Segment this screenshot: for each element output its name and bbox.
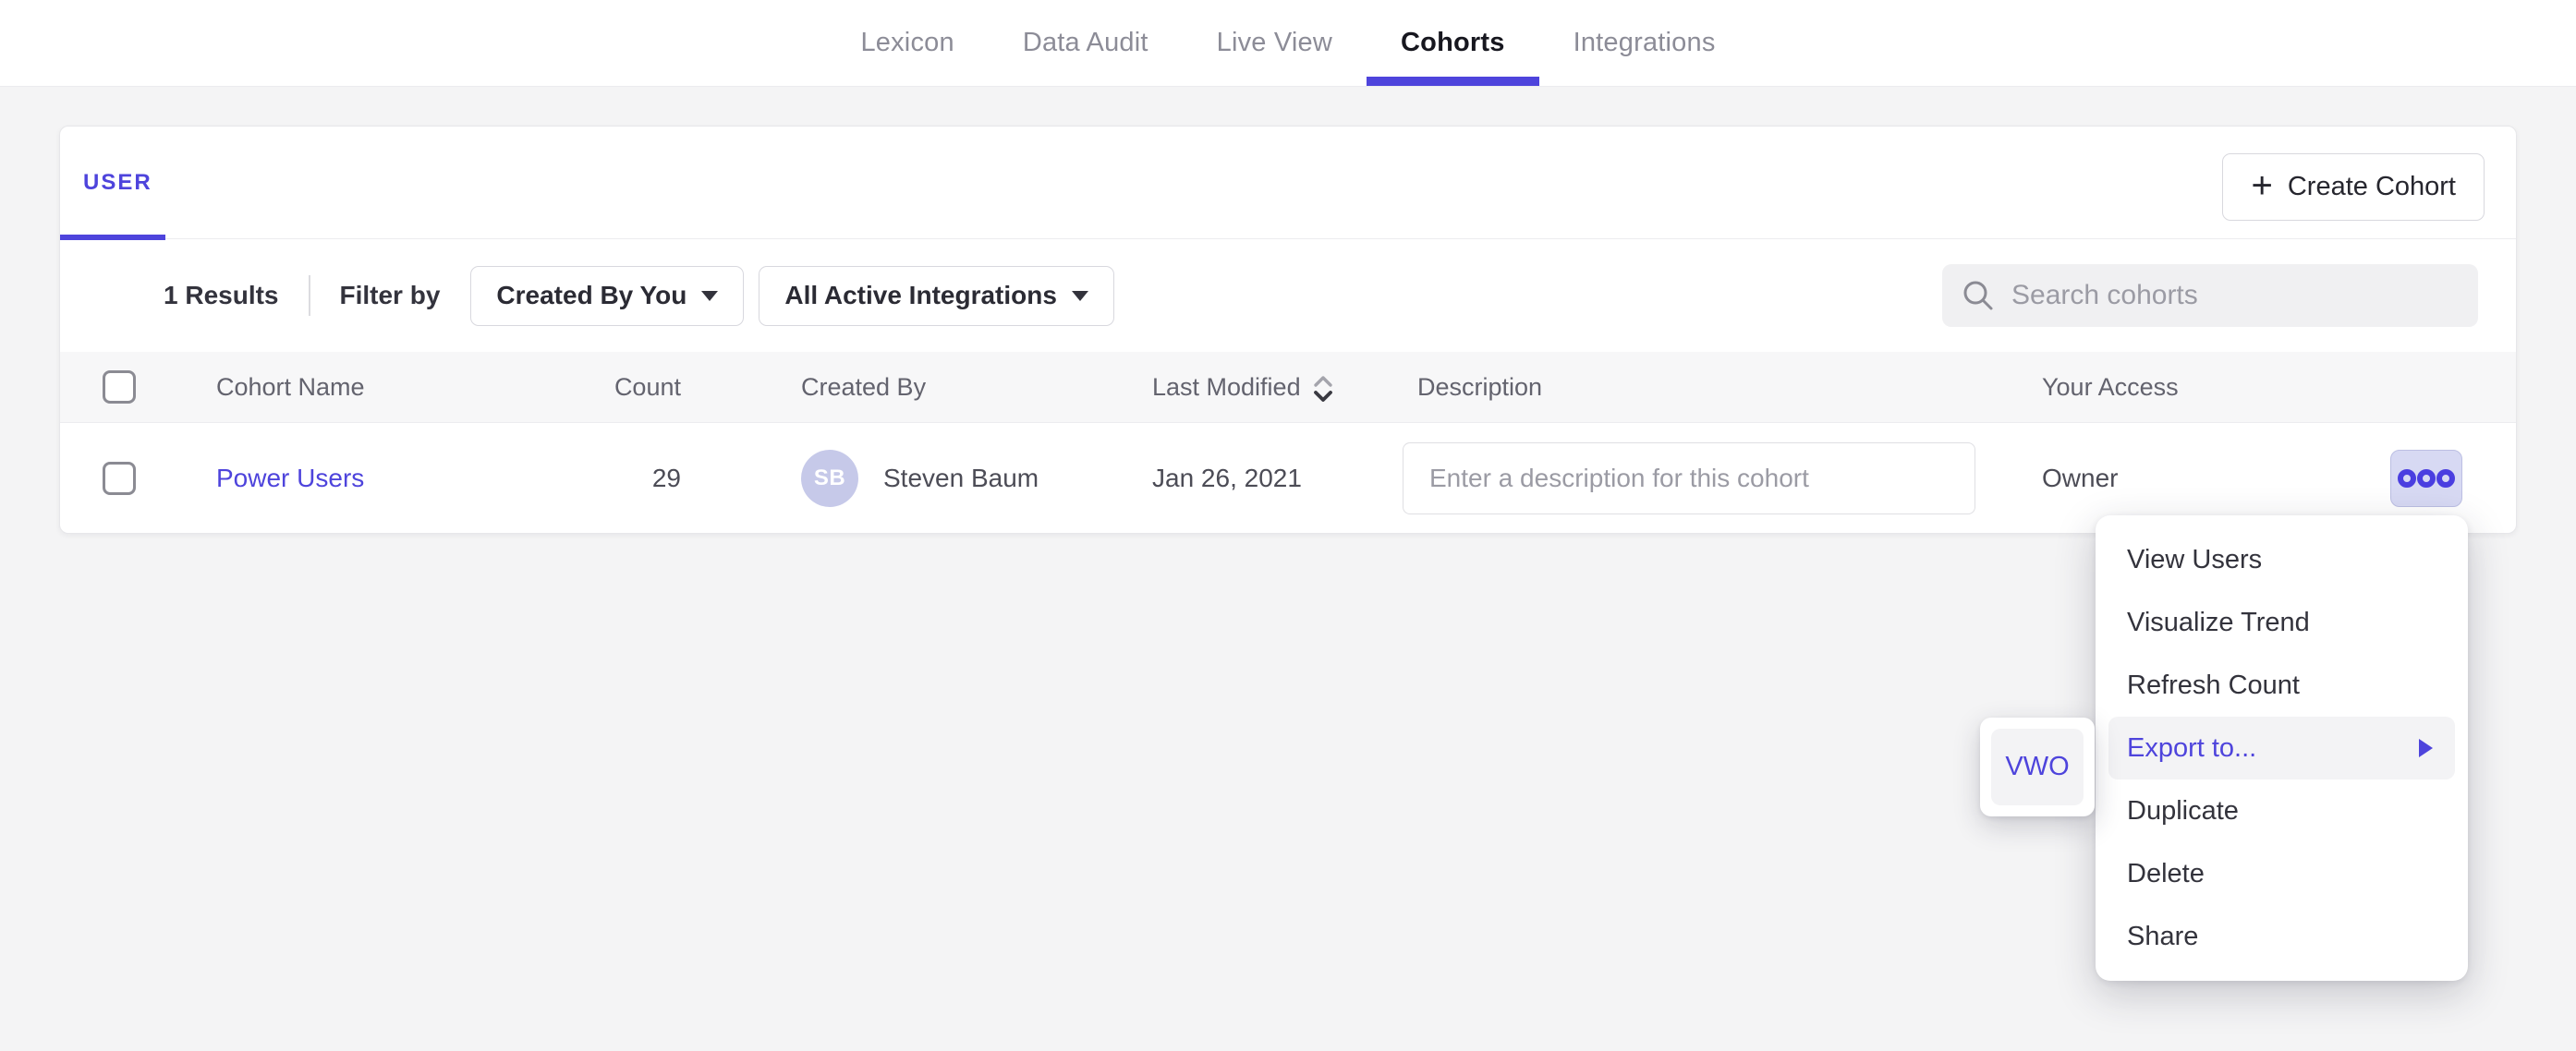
submenu-arrow-icon (2419, 739, 2433, 757)
integrations-dropdown-value: All Active Integrations (784, 281, 1057, 310)
chevron-down-icon (1072, 291, 1088, 301)
avatar: SB (801, 450, 858, 507)
submenu-item-vwo[interactable]: VWO (1991, 729, 2084, 805)
nav-tab-cohorts[interactable]: Cohorts (1367, 0, 1539, 86)
last-modified-date: Jan 26, 2021 (1152, 464, 1403, 493)
header-last-modified-label: Last Modified (1152, 373, 1301, 402)
menu-item-visualize-trend[interactable]: Visualize Trend (2096, 591, 2468, 654)
nav-tab-live-view[interactable]: Live View (1183, 0, 1367, 86)
create-cohort-label: Create Cohort (2288, 172, 2456, 202)
cohort-name-link[interactable]: Power Users (216, 464, 364, 492)
menu-item-refresh-count[interactable]: Refresh Count (2096, 654, 2468, 717)
row-actions-button[interactable] (2390, 450, 2462, 507)
select-all-checkbox[interactable] (103, 370, 136, 404)
cohort-count: 29 (605, 464, 681, 493)
header-description: Description (1403, 373, 2042, 402)
menu-item-export-to-label: Export to... (2127, 733, 2256, 764)
description-input[interactable] (1403, 442, 1975, 514)
cohort-type-tabs: USER + Create Cohort (60, 127, 2516, 239)
search-cohorts-input[interactable] (2011, 280, 2418, 311)
search-cohorts-box[interactable] (1942, 264, 2478, 327)
created-by-name: Steven Baum (883, 464, 1039, 493)
nav-tab-lexicon[interactable]: Lexicon (826, 0, 988, 86)
results-count: 1 Results (164, 281, 279, 310)
header-your-access: Your Access (2042, 373, 2287, 402)
menu-item-export-to[interactable]: Export to... (2108, 717, 2455, 779)
filter-by-label: Filter by (340, 281, 441, 310)
integrations-dropdown[interactable]: All Active Integrations (759, 266, 1114, 326)
top-navigation: Lexicon Data Audit Live View Cohorts Int… (0, 0, 2576, 87)
header-last-modified[interactable]: Last Modified (1152, 371, 1403, 403)
created-by-dropdown[interactable]: Created By You (470, 266, 744, 326)
tab-user[interactable]: USER (60, 127, 165, 239)
ellipsis-icon (2396, 467, 2457, 489)
nav-tab-integrations[interactable]: Integrations (1539, 0, 1750, 86)
menu-item-view-users[interactable]: View Users (2096, 528, 2468, 591)
header-count: Count (605, 373, 681, 402)
menu-item-delete[interactable]: Delete (2096, 842, 2468, 905)
menu-item-duplicate[interactable]: Duplicate (2096, 779, 2468, 842)
access-value: Owner (2042, 464, 2287, 493)
cohorts-panel: USER + Create Cohort 1 Results Filter by… (59, 126, 2517, 534)
created-by-dropdown-value: Created By You (496, 281, 687, 310)
header-cohort-name: Cohort Name (216, 373, 605, 402)
sort-icon[interactable] (1312, 373, 1334, 405)
menu-item-share[interactable]: Share (2096, 905, 2468, 968)
row-checkbox[interactable] (103, 462, 136, 495)
filter-toolbar: 1 Results Filter by Created By You All A… (60, 239, 2516, 352)
chevron-down-icon (701, 291, 718, 301)
table-header-row: Cohort Name Count Created By Last Modifi… (60, 352, 2516, 423)
header-created-by: Created By (681, 373, 1152, 402)
divider (309, 275, 310, 316)
row-context-menu: View Users Visualize Trend Refresh Count… (2096, 515, 2468, 981)
search-icon (1962, 279, 1995, 312)
export-submenu: VWO (1980, 718, 2095, 816)
plus-icon: + (2251, 167, 2272, 204)
nav-tab-data-audit[interactable]: Data Audit (989, 0, 1183, 86)
create-cohort-button[interactable]: + Create Cohort (2222, 153, 2485, 221)
